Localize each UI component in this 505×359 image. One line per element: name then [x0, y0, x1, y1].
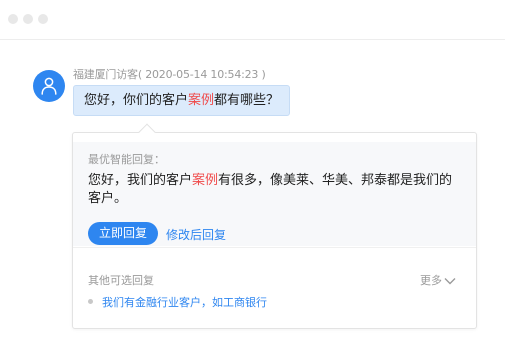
window-maximize-dot[interactable]	[38, 14, 48, 24]
alternative-reply-text: 我们有金融行业客户，如工商银行	[102, 296, 267, 309]
reco-keyword: 案例	[192, 173, 219, 188]
sender-name: 福建厦门访客	[73, 68, 138, 81]
message-timestamp: ( 2020-05-14 10:54:23 )	[137, 68, 266, 81]
message-text-start: 您好，你们的客户	[84, 93, 189, 108]
recommendation-label: 最优智能回复：	[88, 153, 165, 166]
reply-now-button[interactable]: 立即回复	[88, 222, 158, 245]
window-minimize-dot[interactable]	[23, 14, 33, 24]
edit-then-reply-link[interactable]: 修改后回复	[166, 226, 226, 243]
user-icon	[41, 77, 57, 95]
title-bar	[0, 0, 505, 40]
bullet-icon	[88, 299, 93, 304]
message-keyword: 案例	[188, 93, 215, 108]
section-divider	[73, 247, 476, 248]
alternatives-label: 其他可选回复	[88, 274, 154, 287]
visitor-message-bubble: 您好，你们的客户案例都有哪些？	[73, 85, 291, 116]
recommendation-text: 您好，我们的客户案例有很多，像美莱、华美、邦泰都是我们的客户。	[88, 172, 458, 208]
alternative-reply-item[interactable]: 我们有金融行业客户，如工商银行	[88, 294, 267, 310]
message-text-end: 都有哪些？	[214, 93, 280, 108]
visitor-avatar	[33, 70, 65, 102]
more-button[interactable]: 更多	[420, 272, 456, 288]
more-label: 更多	[420, 274, 442, 287]
window-close-dot[interactable]	[8, 14, 18, 24]
reco-text-start: 您好，我们的客户	[88, 173, 193, 188]
chevron-down-icon	[444, 278, 456, 285]
message-meta: 福建厦门访客( 2020-05-14 10:54:23 )	[73, 66, 266, 82]
